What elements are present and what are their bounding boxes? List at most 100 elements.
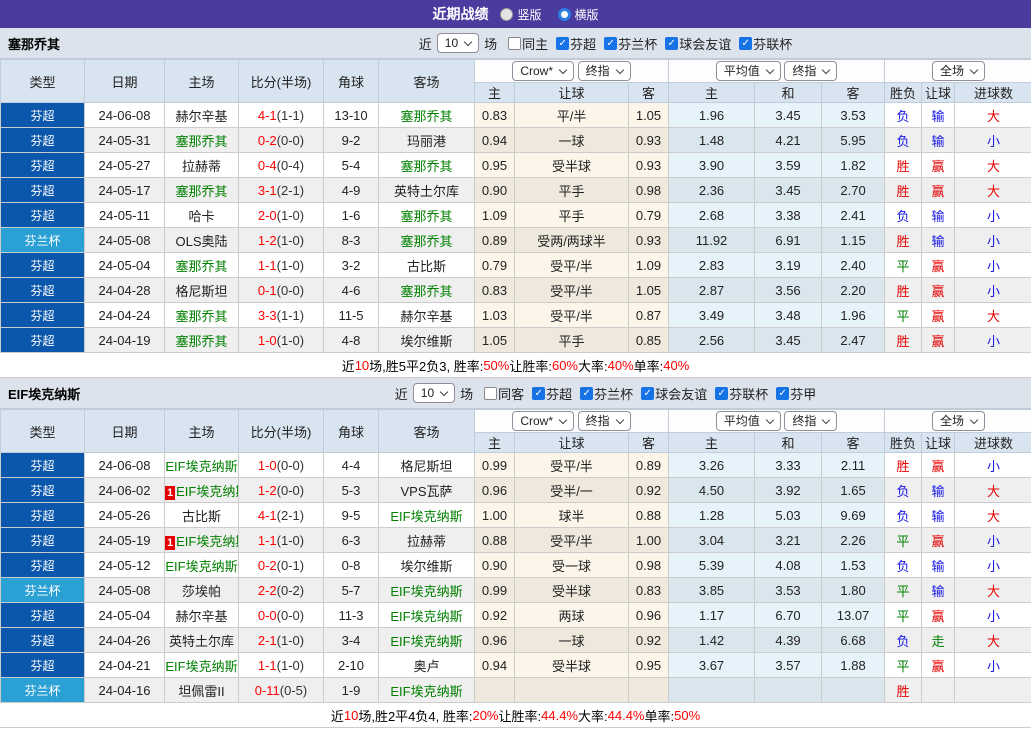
view-radio-option[interactable]: 横版 [557,6,599,23]
result-wdl: 负 [884,102,923,128]
away-team-cell: 塞那乔其 [378,277,475,303]
corners-cell: 11-3 [323,602,379,628]
corners-cell: 4-9 [323,177,379,203]
filter-checkbox[interactable]: ✓ 芬联杯 [739,34,792,53]
halftime-score: (0-1) [276,557,305,573]
home-team-cell: 塞那乔其 [164,327,239,353]
euro-period-select[interactable]: 终指 [784,411,838,431]
filter-checkbox[interactable]: ✓ 芬兰杯 [604,34,657,53]
fulltime-score: 1-1 [257,657,277,673]
home-team-name: 拉赫蒂 [181,158,221,174]
away-team-cell: 英特土尔库 [378,177,475,203]
summary-segment: 44.4% [607,707,645,723]
summary-segment: 40% [607,357,634,373]
scope-select-group: 全场 [884,409,1031,433]
unchecked-checkbox-icon [484,386,498,400]
euro-draw-odds: 3.19 [754,252,823,278]
away-team-cell: 奥卢 [378,652,475,678]
checked-checkbox-icon: ✓ [556,36,570,50]
checkbox-label: 芬联杯 [729,386,769,402]
asia-away-odds [627,677,670,703]
home-team-cell: OLS奥陆 [164,227,239,253]
euro-period-select[interactable]: 终指 [784,61,838,81]
radio-label: 竖版 [517,7,542,22]
filter-checkbox[interactable]: ✓ 芬兰杯 [580,384,633,403]
filter-checkbox[interactable]: 同客 [484,384,524,403]
view-radio-option[interactable]: 竖版 [500,6,542,23]
away-team-name: VPS瓦萨 [400,483,453,499]
result-wdl: 胜 [884,452,923,478]
corners-cell: 6-3 [323,527,379,553]
summary-line: 近 10 场,胜5平2负3, 胜率: 50% 让胜率: 60% 大率: 40% 单率: 40… [0,353,1031,378]
column-header: 角球 [323,409,379,453]
asia-handicap: 受平/半 [514,527,629,553]
euro-away-odds: 2.20 [821,277,886,303]
halftime-score: (2-1) [276,507,305,523]
asia-home-odds: 0.90 [474,552,515,578]
score-cell: 0-4(0-4) [238,152,324,178]
sections-container: 塞那乔其 近 10 场 同主 ✓ 芬超 ✓ 芬兰杯 ✓ 球会友谊 ✓ 芬联杯 类型 [0,28,1031,728]
checked-checkbox-icon: ✓ [715,386,729,400]
asia-home-odds [474,677,515,703]
checked-checkbox-icon: ✓ [776,386,790,400]
match-row: 芬兰杯 24-04-16 坦佩雷II 0-11(0-5) 1-9 EIF埃克纳斯胜 [0,677,1031,703]
scope-select[interactable]: 全场 [932,411,986,431]
filter-checkbox[interactable]: ✓ 芬超 [556,34,596,53]
filter-checkbox[interactable]: ✓ 芬甲 [776,384,816,403]
asia-source-select[interactable]: Crow* [512,61,575,81]
unchecked-checkbox-icon [508,36,522,50]
fulltime-score: 3-1 [257,182,277,198]
euro-draw-odds: 3.59 [754,152,823,178]
halftime-score: (0-0) [276,132,305,148]
match-row: 芬超 24-05-31 塞那乔其 0-2(0-0) 9-2 玛丽港 0.94 一球 0.93 1.… [0,127,1031,153]
column-header: 主 [668,82,756,103]
summary-segment: 40% [663,357,690,373]
filter-checkbox[interactable]: 同主 [508,34,548,53]
away-team-cell: VPS瓦萨 [378,477,475,503]
asia-away-odds: 1.09 [627,252,670,278]
corners-cell: 5-3 [323,477,379,503]
asia-source-select[interactable]: Crow* [512,411,575,431]
games-count-select[interactable]: 10 [412,383,456,403]
asia-period-select[interactable]: 终指 [577,61,631,81]
column-header: 客场 [378,409,475,453]
score-cell: 0-11(0-5) [238,677,324,703]
filter-checkbox[interactable]: ✓ 球会友谊 [641,384,707,403]
date-cell: 24-05-11 [84,202,165,228]
games-count-select[interactable]: 10 [436,33,480,53]
euro-away-odds: 2.11 [821,452,886,478]
asia-period-select[interactable]: 终指 [577,411,631,431]
halftime-score: (1-0) [276,632,305,648]
away-team-name: EIF埃克纳斯 [390,508,463,524]
summary-segment: 单率: [644,708,675,724]
euro-source-select[interactable]: 平均值 [715,411,781,431]
away-team-cell: EIF埃克纳斯 [378,627,475,653]
home-team-name: EIF埃克纳斯 [176,483,237,499]
filter-checkbox[interactable]: ✓ 球会友谊 [665,34,731,53]
home-team-cell: 格尼斯坦 [164,277,239,303]
home-team-name: EIF埃克纳斯 [165,558,238,574]
asia-away-odds: 0.96 [627,602,670,628]
team-filter-bar: EIF埃克纳斯 近 10 场 同客 ✓ 芬超 ✓ 芬兰杯 ✓ 球会友谊 ✓ 芬联杯 ✓ 芬甲 [0,378,1031,409]
match-row: 芬超 24-04-28 格尼斯坦 0-1(0-0) 4-6 塞那乔其 0.83 受平/半 1.0… [0,277,1031,303]
scope-select[interactable]: 全场 [932,61,986,81]
corners-cell: 1-6 [323,202,379,228]
result-goals: 小 [954,652,1031,678]
home-team-cell: EIF埃克纳斯 [164,452,239,478]
column-header: 客场 [378,59,475,103]
asia-handicap: 球半 [514,502,629,528]
filter-checkbox[interactable]: ✓ 芬联杯 [715,384,768,403]
euro-home-odds: 3.26 [668,452,756,478]
date-cell: 24-04-21 [84,652,165,678]
asia-handicap: 受平/半 [514,252,629,278]
euro-away-odds: 1.65 [821,477,886,503]
away-team-name: 塞那乔其 [400,233,453,249]
asia-home-odds: 0.89 [474,227,515,253]
checked-checkbox-icon: ✓ [580,386,594,400]
halftime-score: (1-0) [276,207,305,223]
asia-handicap: 两球 [514,602,629,628]
asia-home-odds: 0.94 [474,127,515,153]
filter-checkbox[interactable]: ✓ 芬超 [532,384,572,403]
date-cell: 24-05-17 [84,177,165,203]
euro-source-select[interactable]: 平均值 [715,61,781,81]
